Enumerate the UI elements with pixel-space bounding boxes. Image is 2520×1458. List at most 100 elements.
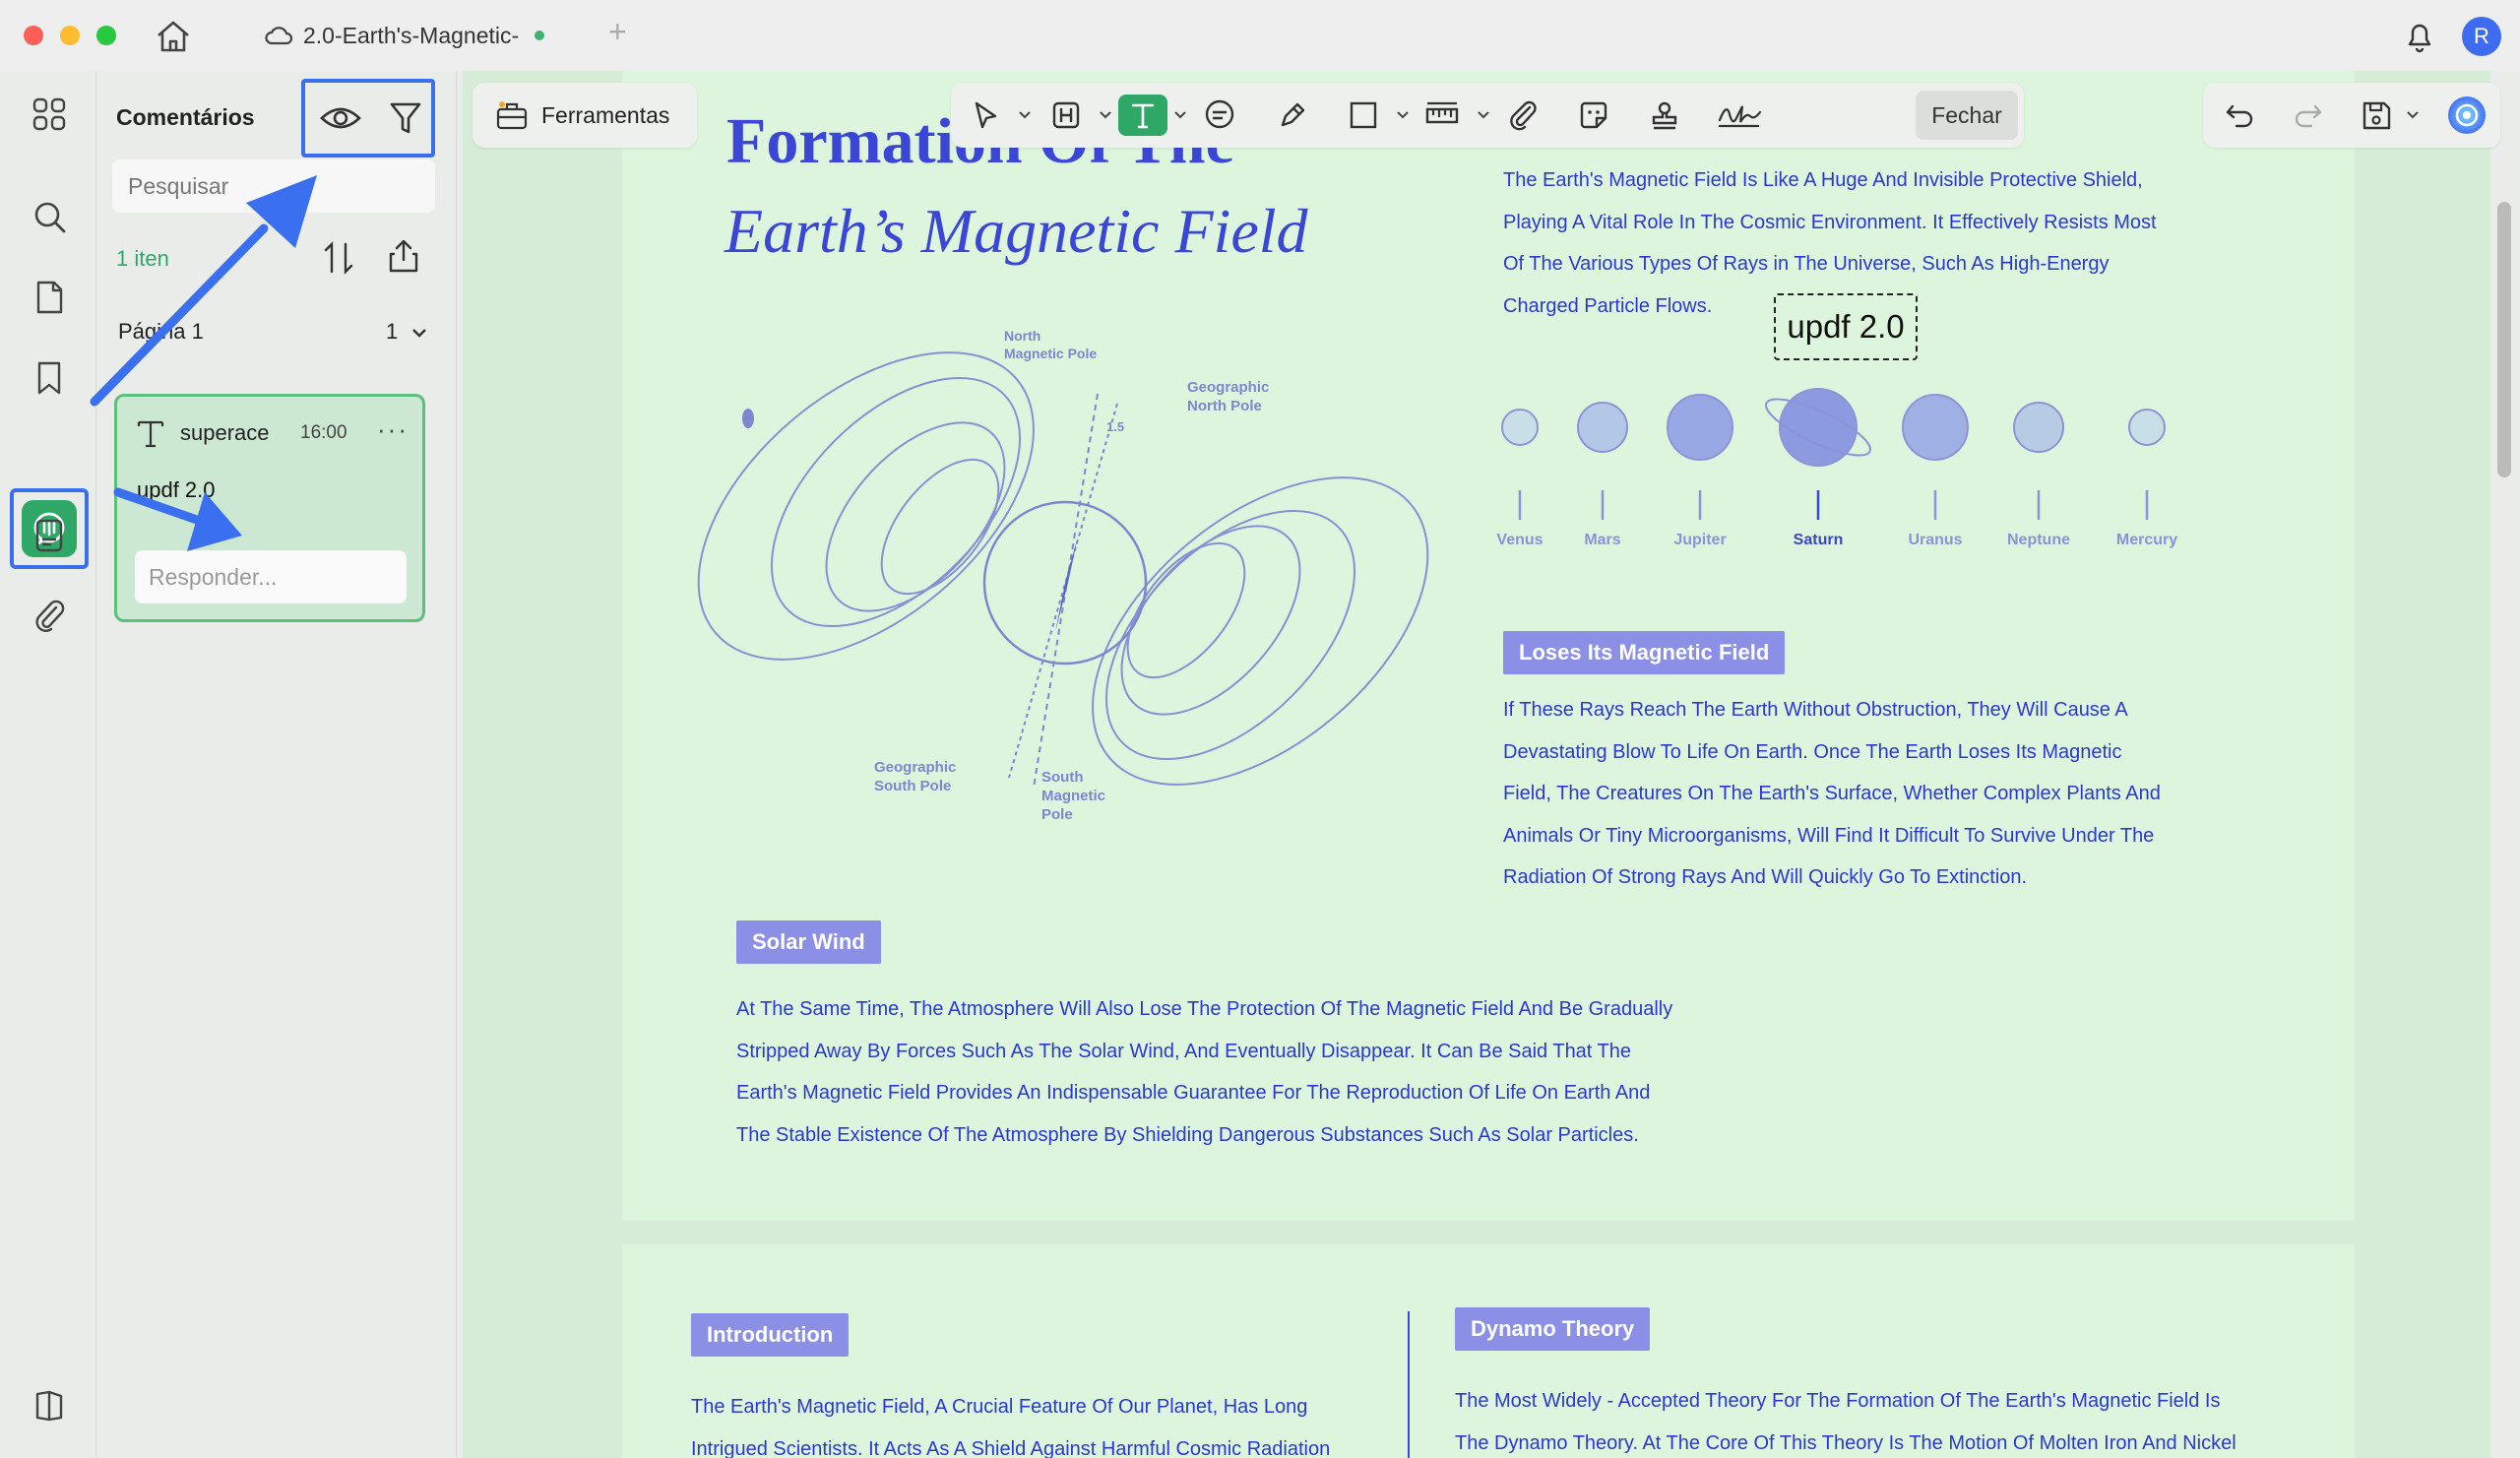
north-magnetic-label: North Magnetic Pole bbox=[1004, 328, 1097, 361]
signature-tool[interactable] bbox=[1715, 95, 1764, 136]
attachment-icon[interactable] bbox=[30, 597, 69, 636]
planet-label: Saturn bbox=[1793, 532, 1844, 548]
search-icon[interactable] bbox=[30, 197, 69, 236]
more-options-icon[interactable]: ··· bbox=[377, 414, 409, 445]
redo-icon[interactable] bbox=[2290, 97, 2325, 133]
unsaved-dot bbox=[535, 31, 545, 40]
attach-tool[interactable] bbox=[1502, 95, 1544, 136]
sticker-icon bbox=[1580, 101, 1607, 129]
chevron-down-icon[interactable] bbox=[2406, 110, 2420, 120]
intro-line: The Earth's Magnetic Field Is Like A Hug… bbox=[1503, 169, 2143, 191]
highlight-tool[interactable] bbox=[1045, 95, 1087, 136]
user-avatar[interactable]: R bbox=[2462, 17, 2501, 56]
planet-venus bbox=[1501, 409, 1539, 446]
tools-label: Ferramentas bbox=[541, 101, 670, 128]
chevron-down-icon[interactable] bbox=[1099, 110, 1112, 120]
chevron-down-icon[interactable] bbox=[410, 325, 429, 341]
sort-icon[interactable] bbox=[321, 238, 356, 278]
bell-icon[interactable] bbox=[2402, 18, 2437, 55]
field-line bbox=[697, 351, 1035, 661]
home-icon[interactable] bbox=[154, 18, 193, 55]
planet-mars bbox=[1577, 402, 1628, 453]
shape-tool[interactable] bbox=[1343, 95, 1384, 136]
measure-tool[interactable] bbox=[1421, 95, 1463, 136]
scrollbar-thumb[interactable] bbox=[2497, 202, 2511, 477]
ai-assistant-icon[interactable] bbox=[2445, 95, 2488, 136]
maximize-window-button[interactable] bbox=[96, 26, 116, 45]
bookmark-icon[interactable] bbox=[30, 358, 69, 398]
rectangle-icon bbox=[1350, 101, 1377, 129]
paragraph-line: Stripped Away By Forces Such As The Sola… bbox=[736, 1040, 1632, 1062]
left-rail bbox=[0, 71, 96, 1458]
export-icon[interactable] bbox=[386, 236, 421, 276]
highlighter-icon bbox=[1052, 101, 1080, 129]
label-line: Magnetic bbox=[1041, 788, 1105, 804]
stamp-tool[interactable] bbox=[1644, 95, 1685, 136]
paragraph-line: Field, The Creatures On The Earth's Surf… bbox=[1503, 783, 2161, 804]
eye-icon[interactable] bbox=[319, 98, 362, 138]
pen-icon bbox=[1281, 102, 1305, 127]
planet-label: Jupiter bbox=[1673, 532, 1727, 548]
comments-panel: Comentários 1 iten Página 1 1 superace 1… bbox=[96, 71, 457, 1458]
grid-apps-icon[interactable] bbox=[30, 95, 69, 134]
planet-label: Uranus bbox=[1908, 532, 1963, 548]
text-tool[interactable] bbox=[1118, 95, 1167, 136]
paperclip-icon bbox=[1510, 100, 1537, 131]
paragraph-line: Intrigued Scientists. It Acts As A Shiel… bbox=[691, 1437, 1331, 1458]
select-tool[interactable] bbox=[965, 95, 1006, 136]
introduction-paragraph: The Earth's Magnetic Field, A Crucial Fe… bbox=[691, 1386, 1330, 1458]
minimize-window-button[interactable] bbox=[60, 26, 80, 45]
close-annotation-button[interactable]: Fechar bbox=[1916, 91, 2018, 140]
planet-label: Mercury bbox=[2115, 532, 2178, 548]
pen-tool[interactable] bbox=[1272, 95, 1313, 136]
label-line: South bbox=[1041, 769, 1084, 786]
close-window-button[interactable] bbox=[24, 26, 43, 45]
text-annotation-box[interactable]: updf 2.0 bbox=[1774, 293, 1918, 360]
reply-input[interactable] bbox=[135, 550, 407, 603]
label-line: North Pole bbox=[1187, 398, 1262, 414]
tab-title: 2.0-Earth's-Magnetic- bbox=[303, 22, 520, 48]
sidebar-toggle-icon[interactable] bbox=[30, 1386, 69, 1426]
planet-mercury bbox=[2128, 409, 2166, 446]
chevron-down-icon[interactable] bbox=[1396, 110, 1410, 120]
axis-line bbox=[1008, 403, 1118, 779]
sticker-tool[interactable] bbox=[1573, 95, 1614, 136]
tools-button[interactable]: Ferramentas bbox=[472, 83, 697, 148]
chevron-down-icon[interactable] bbox=[1018, 110, 1032, 120]
pages-icon[interactable] bbox=[30, 278, 69, 317]
cursor-icon bbox=[975, 101, 997, 129]
panel-title: Comentários bbox=[116, 104, 255, 130]
annotation-toolbar: Fechar bbox=[951, 83, 2024, 148]
compass-needle bbox=[1055, 537, 1078, 632]
filter-icon[interactable] bbox=[386, 98, 425, 138]
label-line: Magnetic Pole bbox=[1004, 346, 1097, 361]
document-form-icon[interactable] bbox=[30, 516, 69, 555]
signature-icon bbox=[1718, 105, 1762, 128]
save-icon[interactable] bbox=[2359, 97, 2394, 133]
comment-tool[interactable] bbox=[1199, 95, 1240, 136]
field-line bbox=[880, 458, 1000, 596]
paragraph-line: If These Rays Reach The Earth Without Ob… bbox=[1503, 699, 2128, 721]
paragraph-line: Animals Or Tiny Microorganisms, Will Fin… bbox=[1503, 824, 2155, 847]
search-input[interactable] bbox=[112, 159, 435, 213]
stamp-icon bbox=[1652, 101, 1677, 130]
paragraph-line: The Most Widely - Accepted Theory For Th… bbox=[1455, 1390, 2221, 1412]
comment-card[interactable]: superace 16:00 ··· updf 2.0 bbox=[114, 394, 425, 622]
document-tab[interactable]: 2.0-Earth's-Magnetic- bbox=[264, 14, 618, 57]
doc-title-line2: Earth’s Magnetic Field bbox=[724, 196, 1308, 266]
loses-field-paragraph: If These Rays Reach The Earth Without Ob… bbox=[1503, 689, 2161, 899]
field-line bbox=[1126, 541, 1246, 679]
paragraph-line: Earth's Magnetic Field Provides An Indis… bbox=[736, 1082, 1651, 1104]
chevron-down-icon[interactable] bbox=[1477, 110, 1490, 120]
chevron-down-icon[interactable] bbox=[1173, 110, 1187, 120]
solar-wind-paragraph: At The Same Time, The Atmosphere Will Al… bbox=[736, 988, 1672, 1156]
new-tab-plus-icon[interactable]: + bbox=[608, 14, 627, 50]
comment-text: updf 2.0 bbox=[137, 477, 216, 502]
paragraph-line: Devastating Blow To Life On Earth. Once … bbox=[1503, 740, 2122, 763]
speech-bubble-icon bbox=[1205, 99, 1234, 129]
solar-wind-heading: Solar Wind bbox=[736, 920, 881, 964]
undo-icon[interactable] bbox=[2223, 97, 2258, 133]
paragraph-line: The Dynamo Theory. At The Core Of This T… bbox=[1455, 1431, 2236, 1454]
comment-time: 16:00 bbox=[300, 422, 347, 443]
panel-tools-highlight bbox=[301, 79, 435, 158]
